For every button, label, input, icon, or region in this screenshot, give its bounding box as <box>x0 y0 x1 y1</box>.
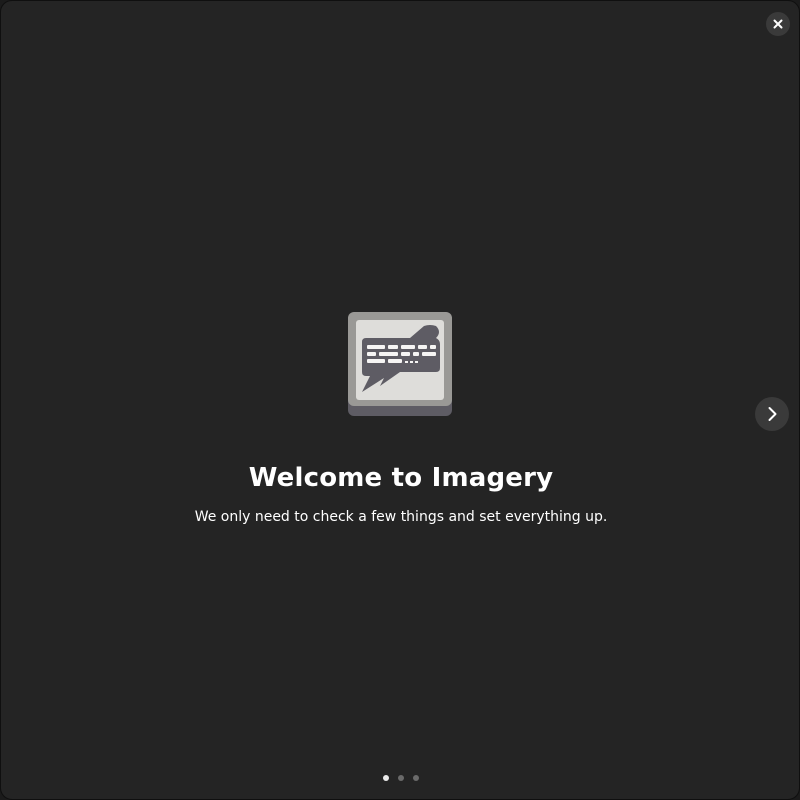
chevron-right-icon <box>768 407 777 421</box>
page-dot-3[interactable] <box>413 775 419 781</box>
app-icon <box>348 312 452 416</box>
page-dot-2[interactable] <box>398 775 404 781</box>
welcome-title: Welcome to Imagery <box>248 463 554 493</box>
page-dot-1[interactable] <box>383 775 389 781</box>
page-indicator <box>1 775 799 781</box>
close-icon <box>773 19 783 29</box>
welcome-window: Welcome to Imagery We only need to check… <box>0 0 800 800</box>
welcome-subtitle: We only need to check a few things and s… <box>194 509 608 525</box>
close-button[interactable] <box>766 12 790 36</box>
next-page-button[interactable] <box>755 397 789 431</box>
